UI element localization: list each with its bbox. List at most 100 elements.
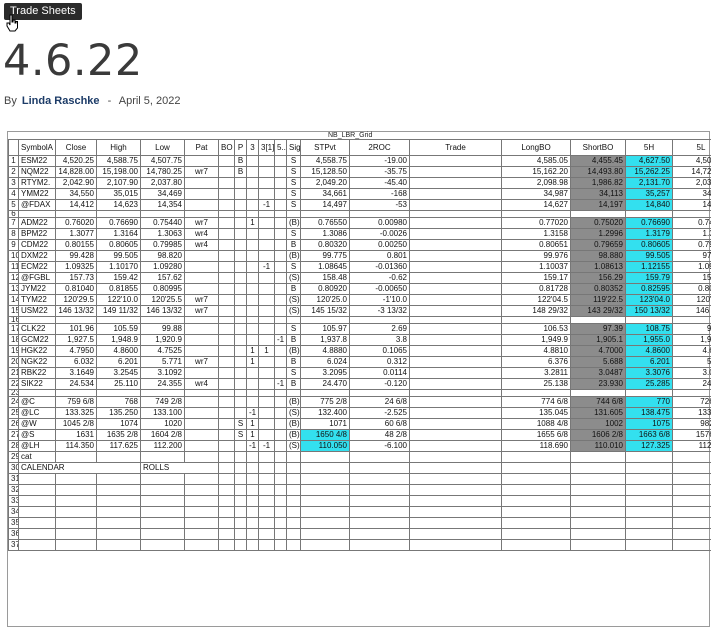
table-cell: 3.2545: [96, 367, 141, 379]
table-cell: [501, 506, 571, 518]
table-cell: [274, 484, 287, 496]
table-cell: [274, 323, 287, 335]
table-cell: 24.355: [140, 378, 185, 390]
table-cell: 0.76020: [55, 217, 97, 229]
table-cell: @FDAX: [18, 199, 56, 211]
table-cell: [274, 528, 287, 540]
table-cell: [409, 188, 502, 200]
table-cell: [286, 389, 301, 397]
row-number: 36: [8, 528, 19, 540]
table-cell: [140, 506, 185, 518]
table-cell: [218, 155, 235, 167]
table-cell: [258, 451, 275, 463]
table-cell: [184, 396, 219, 408]
table-cell: [246, 228, 259, 240]
table-cell: [409, 228, 502, 240]
table-cell: 1,918.2: [672, 334, 711, 346]
table-cell: 14,627: [501, 199, 571, 211]
row-number: 28: [8, 440, 19, 452]
table-cell: 98.820: [140, 250, 185, 262]
table-cell: [501, 484, 571, 496]
table-cell: [55, 451, 97, 463]
table-cell: [274, 239, 287, 251]
table-cell: [246, 378, 259, 390]
table-cell: [218, 188, 235, 200]
row-number: 11: [8, 261, 19, 273]
table-cell: 1,927.5: [55, 334, 97, 346]
table-row: 19HGK224.79504.86004.752511(B)4.88800.10…: [8, 345, 711, 357]
table-cell: 14,780.25: [140, 166, 185, 178]
table-cell: 97.39: [570, 323, 626, 335]
post-date: April 5, 2022: [118, 95, 181, 107]
table-cell: [274, 389, 287, 397]
table-cell: [55, 495, 97, 507]
table-cell: [218, 484, 235, 496]
table-cell: [184, 334, 219, 346]
table-cell: [258, 495, 275, 507]
table-row: 23: [8, 389, 711, 397]
table-cell: (S): [286, 440, 301, 452]
table-cell: [274, 407, 287, 419]
table-row: 36: [8, 528, 711, 540]
table-cell: 122'04.5: [501, 294, 571, 306]
table-cell: [286, 210, 301, 218]
table-cell: 2,049.20: [300, 177, 350, 189]
author-link[interactable]: Linda Raschke: [22, 95, 100, 107]
table-cell: -6.100: [349, 440, 410, 452]
table-cell: -53: [349, 199, 410, 211]
table-cell: [184, 528, 219, 540]
column-header: 5..: [274, 139, 287, 156]
table-cell: (B): [286, 250, 301, 262]
table-cell: 133.100: [140, 407, 185, 419]
table-cell: [55, 484, 97, 496]
table-cell: [274, 356, 287, 368]
table-cell: [234, 239, 247, 251]
table-cell: [672, 506, 711, 518]
table-cell: 0.76550: [300, 217, 350, 229]
row-number: 34: [8, 506, 19, 518]
table-cell: [218, 367, 235, 379]
table-cell: [234, 210, 247, 218]
table-row: 8 BPM22 1.3077 1.3164 1.3063 wr4 S 1.3086 -0.002…: [8, 228, 711, 240]
table-cell: [246, 188, 259, 200]
table-cell: [258, 367, 275, 379]
table-row: 30CALENDARROLLS: [8, 462, 711, 474]
table-cell: 15,128.50: [300, 166, 350, 178]
table-cell: [55, 316, 97, 324]
table-cell: [409, 378, 502, 390]
table-cell: wr4: [184, 378, 219, 390]
table-cell: 1.3179: [625, 228, 673, 240]
table-cell: -1: [246, 407, 259, 419]
table-cell: 0.76690: [96, 217, 141, 229]
table-cell: [274, 250, 287, 262]
table-cell: wr7: [184, 166, 219, 178]
table-cell: 1,949.9: [501, 334, 571, 346]
table-cell: 2,042.90: [55, 177, 97, 189]
table-cell: [96, 389, 141, 397]
table-cell: [274, 166, 287, 178]
table-cell: [409, 345, 502, 357]
table-cell: 48 2/8: [349, 429, 410, 441]
table-cell: [218, 396, 235, 408]
table-cell: 14,197: [570, 199, 626, 211]
table-row: 13JYM220.810400.818550.80995B0.80920-0.0…: [8, 283, 711, 295]
table-cell: [246, 250, 259, 262]
column-header: P: [234, 139, 247, 156]
table-cell: [55, 473, 97, 485]
table-cell: [409, 440, 502, 452]
table-cell: 34,113: [570, 188, 626, 200]
table-cell: [184, 367, 219, 379]
table-cell: [258, 239, 275, 251]
table-cell: @LH: [18, 440, 56, 452]
column-header: 5L: [672, 139, 711, 156]
table-cell: [349, 495, 410, 507]
table-row: 25@LC133.325135.250133.100-1(S)132.400-2…: [8, 407, 711, 419]
table-cell: [140, 539, 185, 551]
table-cell: 1606 2/8: [570, 429, 626, 441]
table-cell: [218, 539, 235, 551]
table-cell: 14,725.00: [672, 166, 711, 178]
column-header: Sig: [286, 139, 301, 156]
table-row: 3 RTYM2. 2,042.90 2,107.90 2,037.80 S 2,049.20…: [8, 177, 711, 189]
table-cell: CLK22: [18, 323, 56, 335]
table-cell: 4,627.50: [625, 155, 673, 167]
